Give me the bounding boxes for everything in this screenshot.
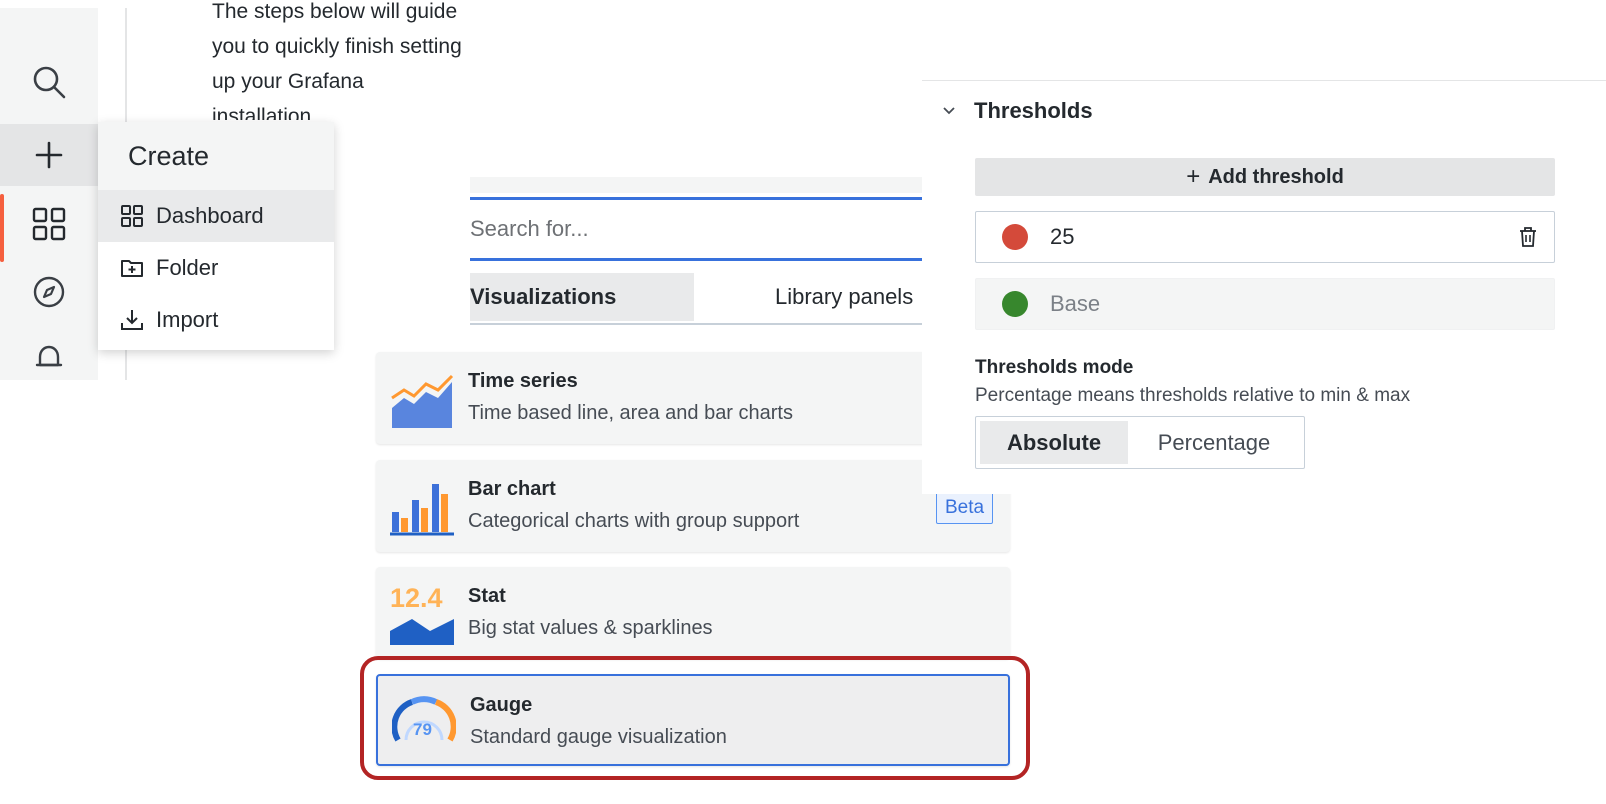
thresholds-title: Thresholds: [974, 98, 1093, 123]
tab-library-panels[interactable]: Library panels: [775, 273, 913, 321]
thresholds-mode-label: Thresholds mode: [975, 357, 1134, 378]
viz-card-description: Categorical charts with group support: [468, 510, 800, 532]
menu-item-dashboard-label: Dashboard: [156, 203, 264, 228]
trash-icon[interactable]: [1518, 226, 1538, 248]
bar-chart-icon: [390, 484, 454, 536]
sidebar-dashboards[interactable]: [0, 194, 98, 254]
plus-icon: [35, 141, 63, 169]
mode-option-percentage[interactable]: Percentage: [1134, 421, 1294, 464]
threshold-row[interactable]: 25: [975, 211, 1555, 263]
sidebar-create[interactable]: [0, 124, 98, 186]
thresholds-mode-toggle: Absolute Percentage: [975, 416, 1305, 469]
viz-card-name: Time series: [468, 370, 578, 392]
import-download-icon: [121, 310, 143, 330]
explore-compass-icon: [33, 276, 65, 308]
viz-card-description: Time based line, area and bar charts: [468, 402, 793, 424]
stat-icon-text: 12.4: [390, 583, 443, 613]
search-icon: [33, 66, 66, 99]
threshold-value-input[interactable]: 25: [1050, 224, 1074, 250]
folder-plus-icon: [121, 260, 143, 277]
dashboards-icon: [32, 207, 66, 241]
dashboard-grid-icon: [121, 205, 143, 227]
viz-tabs: Visualizations Library panels: [470, 273, 922, 325]
menu-item-import-label: Import: [156, 307, 219, 332]
threshold-base-label: Base: [1050, 291, 1101, 316]
add-threshold-button[interactable]: + Add threshold: [975, 158, 1555, 196]
alerting-bell-icon: [35, 345, 63, 367]
sidebar-explore[interactable]: [0, 264, 98, 320]
sidebar-alerting[interactable]: [0, 334, 98, 374]
threshold-row-base: Base: [975, 278, 1555, 330]
create-menu: Create Dashboard Folder Import: [98, 122, 334, 350]
menu-item-import[interactable]: Import: [98, 294, 334, 346]
threshold-color-dot[interactable]: [1002, 291, 1028, 317]
viz-card-bar-chart[interactable]: Bar chart Categorical charts with group …: [376, 460, 1010, 552]
mode-option-absolute[interactable]: Absolute: [980, 421, 1128, 464]
viz-card-time-series[interactable]: Time series Time based line, area and ba…: [376, 352, 1010, 444]
viz-card-description: Big stat values & sparklines: [468, 617, 713, 639]
threshold-color-dot[interactable]: [1002, 224, 1028, 250]
menu-item-dashboard[interactable]: Dashboard: [98, 190, 334, 242]
viz-search-input[interactable]: [470, 204, 922, 254]
viz-card-stat[interactable]: 12.4 Stat Big stat values & sparklines: [376, 567, 1010, 659]
plus-icon: +: [1186, 163, 1201, 190]
create-menu-title: Create: [98, 122, 334, 190]
picker-top-band: [470, 177, 922, 193]
menu-item-folder[interactable]: Folder: [98, 242, 334, 294]
thresholds-section-header[interactable]: Thresholds: [942, 98, 1093, 124]
highlight-annotation-frame: [360, 656, 1030, 780]
intro-text: The steps below will guide you to quickl…: [212, 0, 462, 120]
chevron-down-icon: [943, 107, 955, 115]
thresholds-mode-description: Percentage means thresholds relative to …: [975, 385, 1411, 406]
time-series-icon: [391, 374, 454, 428]
intro-text-block: The steps below will guide you to quickl…: [212, 0, 512, 120]
stat-icon: 12.4: [390, 583, 454, 645]
viz-card-name: Stat: [468, 585, 506, 607]
beta-badge: Beta: [936, 492, 994, 524]
viz-card-name: Bar chart: [468, 478, 556, 500]
sidebar-search[interactable]: [0, 54, 98, 110]
tab-visualizations[interactable]: Visualizations: [470, 273, 694, 321]
viz-search-box: [470, 197, 922, 261]
add-threshold-label: Add threshold: [1208, 165, 1344, 188]
menu-item-folder-label: Folder: [156, 255, 219, 280]
